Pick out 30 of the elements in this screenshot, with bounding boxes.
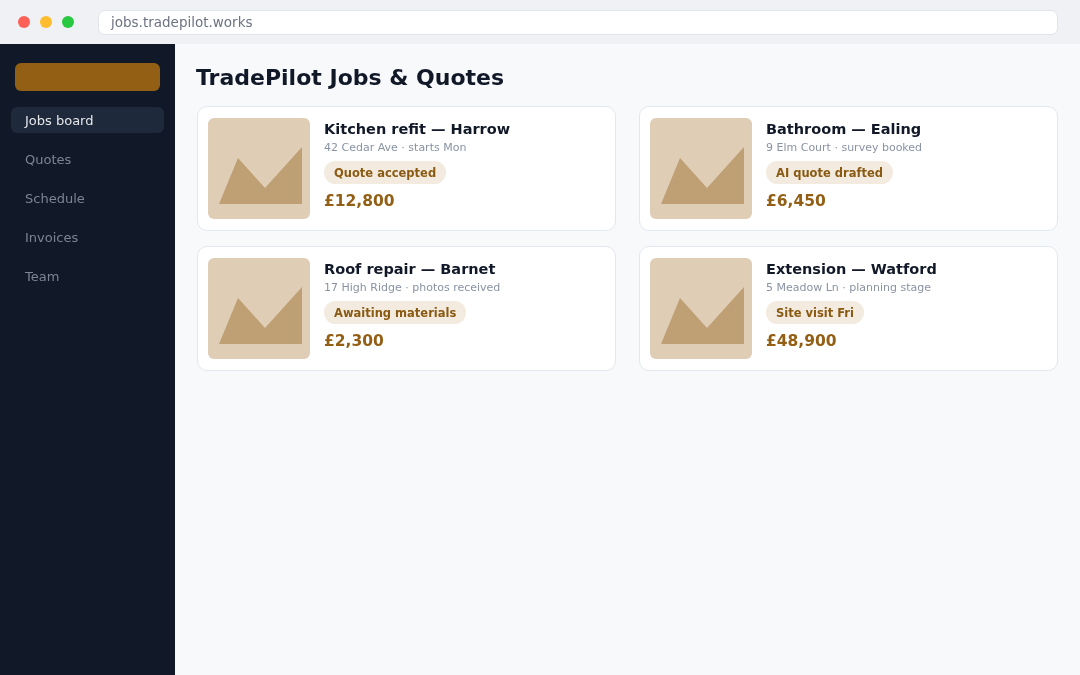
- job-details: 17 High Ridge · photos received: [324, 281, 501, 295]
- job-card[interactable]: Kitchen refit — Harrow 42 Cedar Ave · starts Mon Quote accepted £12,800: [197, 106, 616, 231]
- job-price: £12,800: [324, 191, 396, 211]
- window-minimize-icon[interactable]: [40, 16, 52, 28]
- job-details: 42 Cedar Ave · starts Mon: [324, 141, 468, 155]
- job-price: £48,900: [766, 331, 838, 351]
- job-title: Kitchen refit — Harrow: [324, 120, 511, 138]
- status-badge: Site visit Fri: [766, 301, 864, 324]
- status-badge: Awaiting materials: [324, 301, 467, 324]
- job-card[interactable]: Roof repair — Barnet 17 High Ridge · photos received Awaiting materials £2,300: [197, 246, 616, 371]
- job-details: 9 Elm Court · survey booked: [766, 141, 923, 155]
- window-close-icon[interactable]: [18, 16, 30, 28]
- job-price: £6,450: [766, 191, 827, 211]
- job-card[interactable]: Extension — Watford 5 Meadow Ln · planning stage Site visit Fri £48,900: [639, 246, 1058, 371]
- job-title: Bathroom — Ealing: [766, 120, 923, 138]
- job-card[interactable]: Bathroom — Ealing 9 Elm Court · survey booked AI quote drafted £6,450: [639, 106, 1058, 231]
- job-details: 5 Meadow Ln · planning stage: [766, 281, 933, 295]
- window-zoom-icon[interactable]: [62, 16, 74, 28]
- status-badge: AI quote drafted: [766, 161, 893, 184]
- sidebar-item[interactable]: Jobs board: [11, 107, 164, 133]
- sidebar-item[interactable]: Invoices: [11, 224, 164, 250]
- sidebar-item[interactable]: Team: [11, 263, 164, 289]
- sidebar-item[interactable]: Quotes: [11, 146, 164, 172]
- address-bar[interactable]: jobs.tradepilot.works: [98, 9, 1058, 35]
- page-title: TradePilot Jobs & Quotes: [196, 64, 506, 92]
- job-price: £2,300: [324, 331, 385, 351]
- job-title: Roof repair — Barnet: [324, 260, 497, 278]
- status-badge: Quote accepted: [324, 161, 447, 184]
- job-title: Extension — Watford: [766, 260, 937, 278]
- sidebar-item[interactable]: Schedule: [11, 185, 164, 211]
